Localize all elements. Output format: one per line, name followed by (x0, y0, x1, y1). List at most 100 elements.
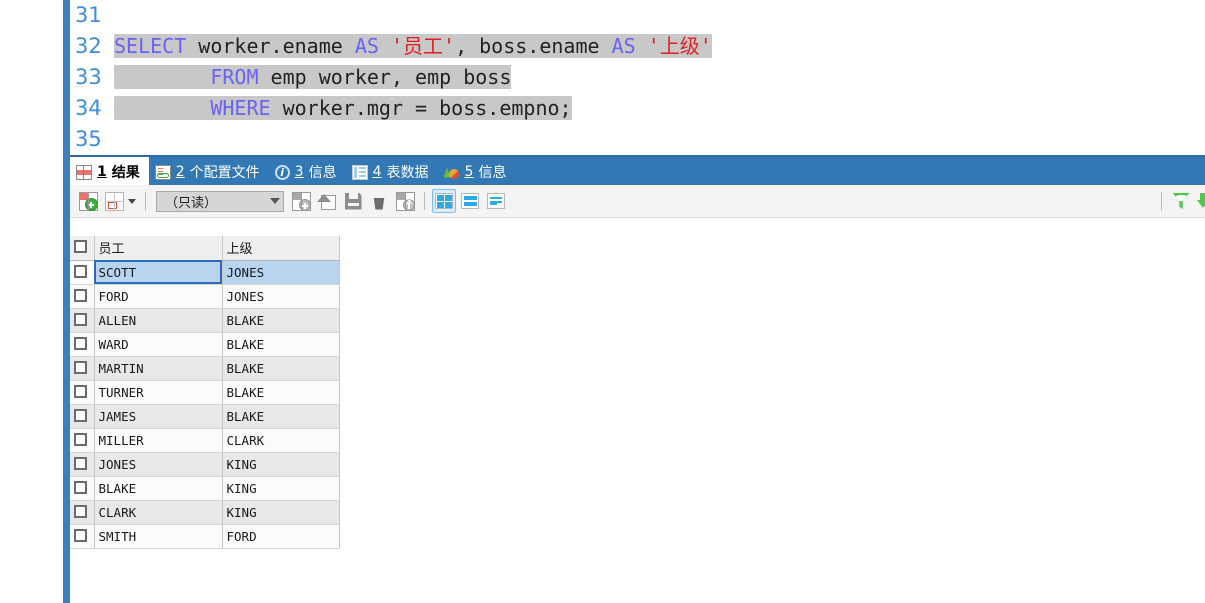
cell-manager[interactable]: BLAKE (222, 404, 340, 429)
filter-button[interactable] (1169, 189, 1193, 213)
tab-table-data[interactable]: 4 表数据 (346, 157, 438, 187)
row-checkbox[interactable] (74, 289, 87, 302)
cell-manager[interactable]: FORD (222, 524, 340, 549)
row-select-cell[interactable] (70, 524, 95, 549)
table-row[interactable]: WARD BLAKE (70, 332, 340, 357)
readonly-mode-select[interactable]: （只读） (156, 190, 284, 212)
row-checkbox[interactable] (74, 337, 87, 350)
row-select-cell[interactable] (70, 356, 95, 381)
view-form-button[interactable] (458, 189, 482, 213)
row-checkbox[interactable] (74, 265, 87, 278)
row-select-cell[interactable] (70, 404, 95, 429)
sql-client-window: 31 32 33 34 35 SELECT worker.ename AS '员… (0, 0, 1205, 603)
column-header-manager[interactable]: 上级 (222, 236, 340, 261)
row-checkbox[interactable] (74, 313, 87, 326)
cell-employee[interactable]: CLARK (94, 500, 223, 525)
cell-employee[interactable]: JAMES (94, 404, 223, 429)
view-grid-button[interactable] (432, 189, 456, 213)
view-text-button[interactable] (484, 189, 508, 213)
select-all-cell[interactable] (70, 236, 95, 261)
sort-button[interactable] (1195, 189, 1205, 213)
sql-keyword-as-1: AS (354, 34, 379, 58)
add-record-button[interactable] (76, 189, 100, 213)
cell-manager[interactable]: BLAKE (222, 308, 340, 333)
row-select-cell[interactable] (70, 476, 95, 501)
cell-manager[interactable]: BLAKE (222, 356, 340, 381)
floppy-icon (344, 192, 362, 210)
sort-descending-icon (1197, 193, 1205, 209)
tab-number: 1 (97, 164, 107, 180)
grid-options-button[interactable] (102, 189, 126, 213)
row-checkbox[interactable] (74, 529, 87, 542)
tab-info-3[interactable]: i 3 信息 (269, 157, 346, 187)
row-select-cell[interactable] (70, 260, 95, 285)
table-row[interactable]: MILLER CLARK (70, 428, 340, 453)
cell-employee[interactable]: SMITH (94, 524, 223, 549)
row-select-cell[interactable] (70, 452, 95, 477)
table-row[interactable]: SCOTT JONES (70, 260, 340, 285)
cell-manager[interactable]: KING (222, 500, 340, 525)
cell-manager[interactable]: KING (222, 476, 340, 501)
toolbar-separator-3 (1161, 192, 1162, 210)
cell-employee[interactable]: FORD (94, 284, 223, 309)
row-select-cell[interactable] (70, 380, 95, 405)
sql-code-area[interactable]: SELECT worker.ename AS '员工', boss.ename … (114, 0, 1205, 155)
row-checkbox[interactable] (74, 505, 87, 518)
column-header-employee[interactable]: 员工 (94, 236, 223, 261)
cell-employee[interactable]: ALLEN (94, 308, 223, 333)
cancel-button[interactable] (393, 189, 417, 213)
cell-employee[interactable]: BLAKE (94, 476, 223, 501)
row-select-cell[interactable] (70, 308, 95, 333)
cell-employee[interactable]: SCOTT (94, 260, 223, 285)
cell-manager[interactable]: KING (222, 452, 340, 477)
row-select-cell[interactable] (70, 500, 95, 525)
cell-manager[interactable]: BLAKE (222, 332, 340, 357)
cell-employee[interactable]: WARD (94, 332, 223, 357)
cell-employee[interactable]: JONES (94, 452, 223, 477)
table-row[interactable]: SMITH FORD (70, 524, 340, 549)
select-all-checkbox[interactable] (74, 240, 87, 254)
result-data-grid[interactable]: 员工 上级 SCOTT JONES FORD JONES ALLEN BLAKE… (70, 236, 340, 549)
cell-manager[interactable]: BLAKE (222, 380, 340, 405)
row-select-cell[interactable] (70, 332, 95, 357)
cell-employee[interactable]: TURNER (94, 380, 223, 405)
refresh-button[interactable] (315, 189, 339, 213)
toolbar-separator-2 (424, 192, 425, 210)
save-button[interactable] (341, 189, 365, 213)
row-select-cell[interactable] (70, 284, 95, 309)
row-checkbox[interactable] (74, 385, 87, 398)
sql-editor[interactable]: 31 32 33 34 35 SELECT worker.ename AS '员… (70, 0, 1205, 155)
table-row[interactable]: CLARK KING (70, 500, 340, 525)
table-row[interactable]: JONES KING (70, 452, 340, 477)
tab-number: 3 (294, 164, 304, 180)
tab-label: 个配置文件 (189, 165, 260, 181)
cell-employee[interactable]: MILLER (94, 428, 223, 453)
chevron-down-icon[interactable] (128, 198, 136, 204)
table-row[interactable]: MARTIN BLAKE (70, 356, 340, 381)
code-line-33: FROM emp worker, emp boss (114, 62, 1205, 93)
cell-manager[interactable]: JONES (222, 284, 340, 309)
row-checkbox[interactable] (74, 481, 87, 494)
delete-button[interactable] (367, 189, 391, 213)
row-checkbox[interactable] (74, 409, 87, 422)
tab-profiles[interactable]: 2 个配置文件 (149, 157, 269, 187)
row-checkbox[interactable] (74, 457, 87, 470)
table-row[interactable]: BLAKE KING (70, 476, 340, 501)
table-row[interactable]: TURNER BLAKE (70, 380, 340, 405)
tab-label: 信息 (478, 165, 507, 181)
row-checkbox[interactable] (74, 361, 87, 374)
insert-record-button[interactable] (289, 189, 313, 213)
tab-info-5[interactable]: 5 信息 (438, 157, 516, 187)
table-body: SCOTT JONES FORD JONES ALLEN BLAKE WARD … (70, 260, 340, 549)
toolbar-right-group (1155, 189, 1205, 213)
tab-results[interactable]: 1 结果 (70, 157, 149, 187)
table-row[interactable]: ALLEN BLAKE (70, 308, 340, 333)
table-row[interactable]: FORD JONES (70, 284, 340, 309)
cell-employee[interactable]: MARTIN (94, 356, 223, 381)
cell-manager[interactable]: CLARK (222, 428, 340, 453)
row-checkbox[interactable] (74, 433, 87, 446)
cell-manager[interactable]: JONES (222, 260, 340, 285)
row-select-cell[interactable] (70, 428, 95, 453)
table-row[interactable]: JAMES BLAKE (70, 404, 340, 429)
grid-add-icon (78, 191, 98, 211)
